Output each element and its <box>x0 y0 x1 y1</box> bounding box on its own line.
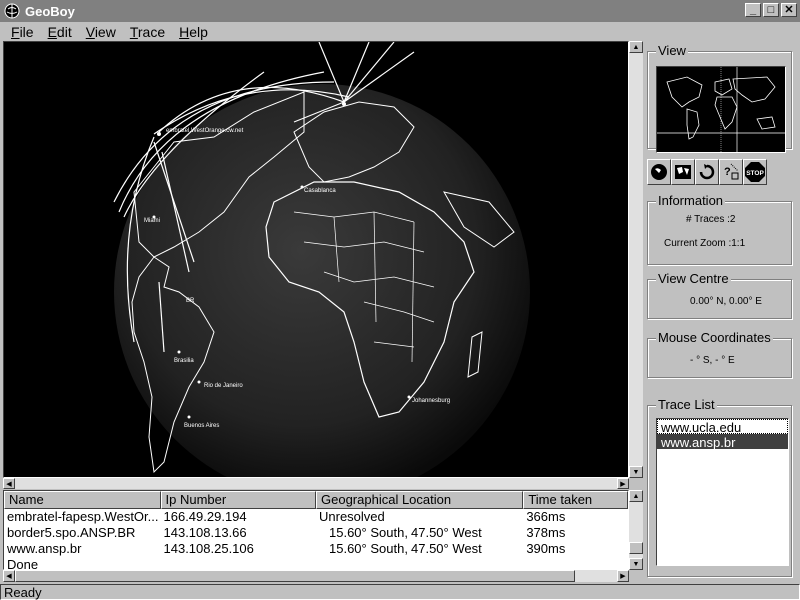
table-header: Name Ip Number Geographical Location Tim… <box>4 491 628 509</box>
header-geographical-location[interactable]: Geographical Location <box>316 491 524 509</box>
cell-ip: 143.108.25.106 <box>163 541 254 556</box>
scroll-thumb[interactable] <box>629 542 643 554</box>
label-brasilia: Brasilia <box>174 358 194 364</box>
svg-text:?: ? <box>724 166 731 178</box>
header-time-taken[interactable]: Time taken <box>523 491 628 509</box>
mouse-coordinates-group: Mouse Coordinates - ° S, - ° E <box>647 330 792 378</box>
label-westorange: embratel.WestOrange.cw.net <box>166 128 244 134</box>
view-centre-title: View Centre <box>656 271 731 286</box>
cell-ip: 166.49.29.194 <box>163 509 247 524</box>
table-row[interactable]: www.ansp.br 143.108.25.106 15.60° South,… <box>4 541 628 557</box>
cell-done: Done <box>7 557 39 570</box>
menu-file[interactable]: File <box>4 24 41 40</box>
information-group: Information # Traces :2 Current Zoom :1:… <box>647 193 792 265</box>
globe-view[interactable]: embratel.WestOrange.cw.net Miami BR Bras… <box>3 41 629 478</box>
table-row[interactable]: border5.spo.ANSP.BR 143.108.13.66 15.60°… <box>4 525 628 541</box>
cell-location: 15.60° South, 47.50° West <box>329 525 482 540</box>
close-button[interactable]: ✕ <box>781 3 797 17</box>
view-centre-value: 0.00° N, 0.00° E <box>690 296 762 307</box>
cell-time: 390ms <box>526 541 566 556</box>
status-bar: Ready <box>0 584 800 600</box>
trace-list[interactable]: www.ucla.edu www.ansp.br <box>656 418 789 566</box>
label-miami: Miami <box>144 218 160 224</box>
cell-time: 366ms <box>526 509 566 524</box>
rotate-icon[interactable] <box>695 159 719 185</box>
stop-icon[interactable]: STOP <box>743 159 767 185</box>
cell-location: Unresolved <box>319 509 385 524</box>
menu-trace[interactable]: Trace <box>123 24 172 40</box>
traces-count: # Traces :2 <box>686 214 736 225</box>
table-vertical-scrollbar[interactable]: ▲ ▼ <box>629 490 643 570</box>
scroll-right-icon[interactable]: ▶ <box>617 570 629 582</box>
scroll-up-icon[interactable]: ▲ <box>629 490 643 502</box>
label-buenos-aires: Buenos Aires <box>184 423 219 429</box>
trace-list-item[interactable]: www.ucla.edu <box>657 419 788 435</box>
world-map-icon <box>657 67 785 152</box>
map-icon[interactable] <box>671 159 695 185</box>
minimize-button[interactable]: _ <box>745 3 761 17</box>
cell-name: border5.spo.ANSP.BR <box>7 525 136 540</box>
mini-world-map[interactable] <box>656 66 786 153</box>
globe-canvas: embratel.WestOrange.cw.net Miami BR Bras… <box>113 42 530 477</box>
table-row[interactable]: Done <box>4 557 628 570</box>
label-br: BR <box>186 298 195 304</box>
scroll-left-icon[interactable]: ◀ <box>3 570 15 582</box>
cell-ip: 143.108.13.66 <box>163 525 247 540</box>
header-name[interactable]: Name <box>4 491 161 509</box>
table-horizontal-scrollbar[interactable]: ◀ ▶ <box>3 570 629 582</box>
information-group-title: Information <box>656 193 726 208</box>
cell-name: embratel-fapesp.WestOr... <box>7 509 159 524</box>
maximize-button[interactable]: □ <box>763 3 779 17</box>
side-panel: View ? STOP Information # Traces:2 Curr… <box>647 41 797 582</box>
mouse-coordinates-value: - ° S, - ° E <box>690 355 735 366</box>
trace-list-group: Trace List www.ucla.edu www.ansp.br <box>647 397 792 577</box>
view-group: View <box>647 43 792 153</box>
globe-horizontal-scrollbar[interactable]: ◀ ▶ <box>3 478 629 489</box>
current-zoom: Current Zoom :1:1 <box>664 238 746 249</box>
trace-list-item[interactable]: www.ansp.br <box>657 434 788 450</box>
menu-edit[interactable]: Edit <box>41 24 79 40</box>
scroll-down-icon[interactable]: ▼ <box>629 558 643 570</box>
map-toolbar: ? STOP <box>647 159 792 187</box>
scroll-left-icon[interactable]: ◀ <box>3 478 15 489</box>
mouse-coordinates-title: Mouse Coordinates <box>656 330 773 345</box>
cell-location: 15.60° South, 47.50° West <box>329 541 482 556</box>
globe-icon[interactable] <box>647 159 671 185</box>
table-row[interactable]: embratel-fapesp.WestOr... 166.49.29.194 … <box>4 509 628 525</box>
menu-view[interactable]: View <box>79 24 123 40</box>
window-title: GeoBoy <box>25 3 75 19</box>
cell-time: 378ms <box>526 525 566 540</box>
scroll-up-icon[interactable]: ▲ <box>629 41 643 53</box>
globe-vertical-scrollbar[interactable]: ▲ ▼ <box>629 41 643 478</box>
menu-bar: File Edit View Trace Help <box>0 22 800 42</box>
status-text: Ready <box>4 585 42 600</box>
app-globe-icon <box>4 3 20 19</box>
menu-help[interactable]: Help <box>172 24 215 40</box>
scroll-right-icon[interactable]: ▶ <box>617 478 629 489</box>
trace-list-title: Trace List <box>656 397 717 412</box>
label-casablanca: Casablanca <box>304 188 336 194</box>
cell-name: www.ansp.br <box>7 541 82 556</box>
header-ip-number[interactable]: Ip Number <box>160 491 316 509</box>
view-centre-group: View Centre 0.00° N, 0.00° E <box>647 271 792 319</box>
svg-text:STOP: STOP <box>746 170 764 177</box>
view-group-title: View <box>656 43 688 58</box>
label-rio: Rio de Janeiro <box>204 383 243 389</box>
title-bar: GeoBoy _ □ ✕ <box>0 0 800 22</box>
query-icon[interactable]: ? <box>719 159 743 185</box>
scroll-down-icon[interactable]: ▼ <box>629 466 643 478</box>
trace-table[interactable]: Name Ip Number Geographical Location Tim… <box>3 490 629 570</box>
label-johannesburg: Johannesburg <box>412 398 450 404</box>
scroll-thumb[interactable] <box>15 570 575 582</box>
